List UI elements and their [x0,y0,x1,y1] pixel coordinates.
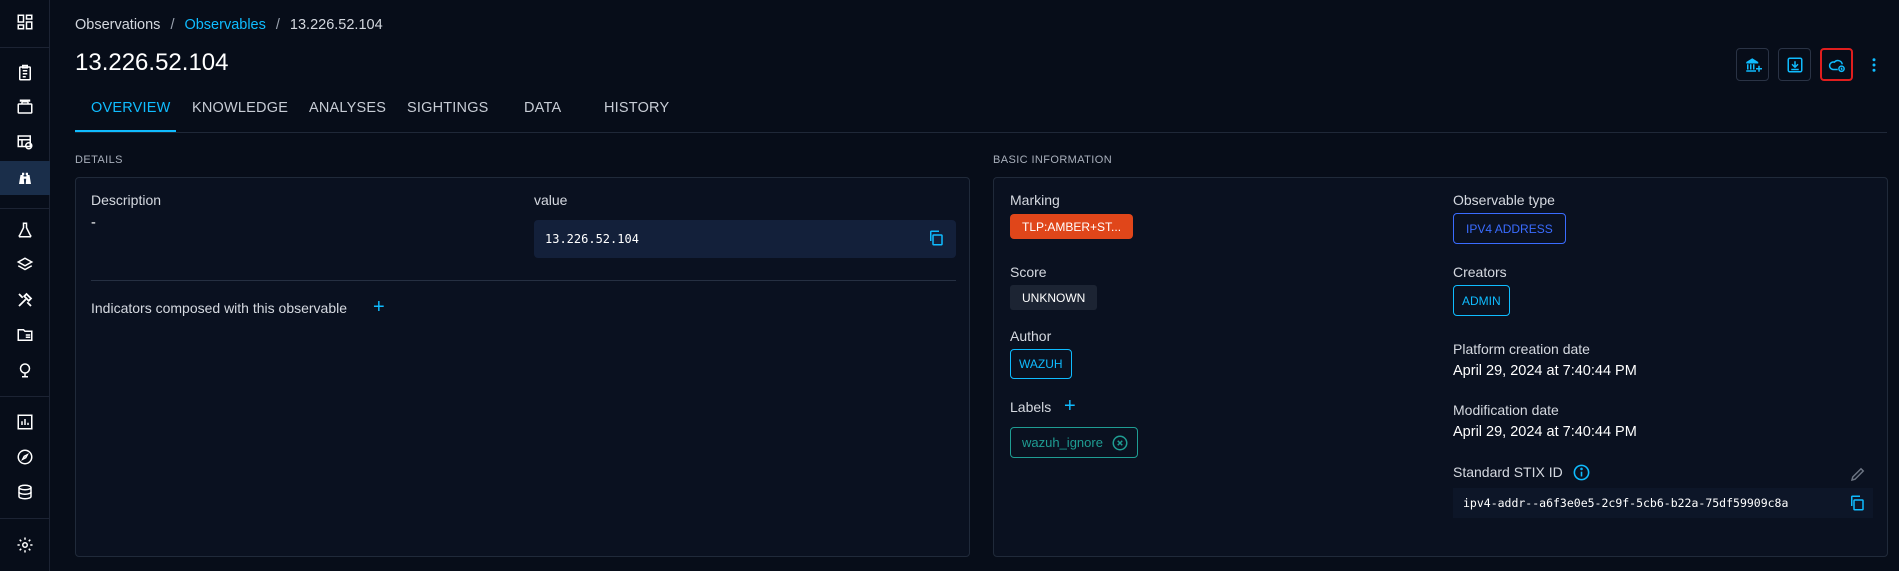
dashboard-icon[interactable] [0,5,50,39]
breadcrumb-observables-link[interactable]: Observables [184,17,265,33]
tab-sightings[interactable]: SIGHTINGS [391,90,508,132]
more-button[interactable] [1862,48,1886,81]
header-actions [1736,48,1886,81]
observable-type-chip: IPV4 ADDRESS [1453,213,1566,244]
explore-icon[interactable] [0,440,50,474]
add-indicator-icon[interactable]: + [373,297,385,317]
platform-creation-value: April 29, 2024 at 7:40:44 PM [1453,363,1637,379]
score-chip: UNKNOWN [1010,285,1098,310]
author-label: Author [1010,328,1052,344]
copy-icon[interactable] [1848,494,1866,512]
page-title: 13.226.52.104 [75,49,229,76]
value-label: value [534,192,568,208]
reports-icon[interactable] [0,56,50,90]
tab-bar: OVERVIEW KNOWLEDGE ANALYSES SIGHTINGS DA… [75,90,688,132]
stix-id-field[interactable]: ipv4-addr--a6f3e0e5-2c9f-5cb6-b22a-75df5… [1453,488,1873,518]
stix-id-text: ipv4-addr--a6f3e0e5-2c9f-5cb6-b22a-75df5… [1463,496,1789,510]
enrich-button[interactable] [1736,48,1769,81]
observable-value-field[interactable]: 13.226.52.104 [534,220,956,258]
description-value: - [91,215,96,231]
marking-chip[interactable]: TLP:AMBER+ST... [1010,214,1134,239]
label-chip[interactable]: wazuh_ignore [1010,427,1138,458]
cloud-sync-button[interactable] [1820,48,1853,81]
tab-data[interactable]: DATA [508,90,588,132]
tab-knowledge[interactable]: KNOWLEDGE [176,90,293,132]
breadcrumb-separator: / [275,17,280,33]
tab-overview[interactable]: OVERVIEW [75,90,176,132]
copy-icon[interactable] [927,229,945,247]
creators-label: Creators [1453,264,1507,280]
cases-icon[interactable] [0,90,50,124]
techniques-icon[interactable] [0,283,50,317]
breadcrumb-separator: / [170,17,175,33]
tabs-divider [75,132,1887,133]
details-panel: Description - value 13.226.52.104 Indica… [75,177,970,557]
download-box-icon [1787,57,1802,72]
locations-icon[interactable] [0,353,50,387]
threats-icon[interactable] [0,213,50,247]
platform-creation-label: Platform creation date [1453,341,1590,357]
edit-pencil-icon[interactable] [1849,465,1867,483]
cloud-sync-icon [1828,59,1845,72]
labels-label: Labels [1010,399,1052,415]
creators-chip[interactable]: ADMIN [1453,285,1510,316]
details-section-title: DETAILS [75,154,123,166]
add-label-icon[interactable]: + [1064,396,1076,416]
arsenal-icon[interactable] [0,248,50,282]
marking-label: Marking [1010,192,1060,208]
author-chip[interactable]: WAZUH [1010,349,1072,379]
score-label: Score [1010,264,1047,280]
tab-history[interactable]: HISTORY [588,90,688,132]
entities-icon[interactable] [0,318,50,352]
analytics-icon[interactable] [0,405,50,439]
description-label: Description [91,192,162,208]
settings-icon[interactable] [0,528,50,562]
indicators-label: Indicators composed with this observable [91,300,348,316]
bank-plus-icon [1745,57,1762,72]
observations-icon[interactable] [0,161,50,195]
modification-value: April 29, 2024 at 7:40:44 PM [1453,424,1637,440]
breadcrumb-current: 13.226.52.104 [289,17,383,33]
breadcrumb: Observations / Observables / 13.226.52.1… [75,17,383,33]
events-icon[interactable] [0,125,50,159]
remove-label-icon[interactable] [1111,434,1129,452]
breadcrumb-observations: Observations [75,17,161,33]
stix-id-label: Standard STIX ID [1453,464,1563,480]
more-vert-icon [1872,57,1876,72]
basic-info-panel: Marking TLP:AMBER+ST... Score UNKNOWN Au… [993,177,1888,557]
observable-value-text: 13.226.52.104 [545,232,639,246]
data-icon[interactable] [0,475,50,509]
left-navigation [0,0,50,571]
info-icon[interactable] [1572,463,1591,482]
export-button[interactable] [1778,48,1811,81]
tab-analyses[interactable]: ANALYSES [293,90,391,132]
label-chip-text: wazuh_ignore [1022,435,1103,450]
modification-label: Modification date [1453,402,1559,418]
basic-info-section-title: BASIC INFORMATION [993,154,1113,166]
observable-type-label: Observable type [1453,192,1555,208]
details-divider [91,280,956,281]
